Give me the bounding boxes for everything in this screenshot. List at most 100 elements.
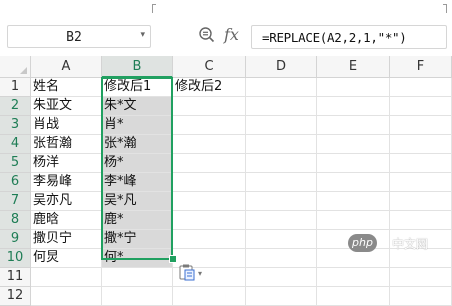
- row-header-11[interactable]: 11: [0, 268, 31, 287]
- watermark-text: 中文网: [392, 237, 429, 251]
- cell-d10[interactable]: [246, 249, 317, 268]
- cell-a7[interactable]: 吴亦凡: [31, 192, 102, 211]
- paste-options-button[interactable]: ▾: [178, 264, 208, 282]
- cell-d8[interactable]: [246, 211, 317, 230]
- cell-c1[interactable]: 修改后2: [173, 78, 246, 97]
- cell-e12[interactable]: [317, 287, 390, 306]
- cell-c4[interactable]: [173, 135, 246, 154]
- cell-a2[interactable]: 朱亚文: [31, 97, 102, 116]
- watermark: php 中文网: [348, 234, 448, 254]
- cell-d1[interactable]: [246, 78, 317, 97]
- cell-e3[interactable]: [317, 116, 390, 135]
- cell-c6[interactable]: [173, 173, 246, 192]
- cell-b6[interactable]: 李*峰: [102, 173, 173, 192]
- cell-a9[interactable]: 撒贝宁: [31, 230, 102, 249]
- cell-f7[interactable]: [390, 192, 452, 211]
- spreadsheet-grid: A B C D E F 1 姓名 修改后1 修改后2 2 朱亚文 朱*文 3 肖战 肖* 4 张哲瀚张…: [0, 56, 452, 306]
- cell-b9[interactable]: 撒*宁: [102, 230, 173, 249]
- cell-f1[interactable]: [390, 78, 452, 97]
- cell-c2[interactable]: [173, 97, 246, 116]
- cell-f4[interactable]: [390, 135, 452, 154]
- cell-b7[interactable]: 吴*凡: [102, 192, 173, 211]
- cell-c8[interactable]: [173, 211, 246, 230]
- cell-e7[interactable]: [317, 192, 390, 211]
- cell-b1[interactable]: 修改后1: [102, 78, 173, 97]
- row-header-8[interactable]: 8: [0, 211, 31, 230]
- cell-e6[interactable]: [317, 173, 390, 192]
- column-header-e[interactable]: E: [317, 56, 390, 78]
- cell-d4[interactable]: [246, 135, 317, 154]
- cell-a5[interactable]: 杨洋: [31, 154, 102, 173]
- cell-a4[interactable]: 张哲瀚: [31, 135, 102, 154]
- cell-e5[interactable]: [317, 154, 390, 173]
- cell-f11[interactable]: [390, 268, 452, 287]
- select-all-triangle-icon: [20, 67, 27, 74]
- cell-b4[interactable]: 张*瀚: [102, 135, 173, 154]
- toolbar-corner-mark: [152, 4, 156, 13]
- cell-f6[interactable]: [390, 173, 452, 192]
- cell-a3[interactable]: 肖战: [31, 116, 102, 135]
- cell-e2[interactable]: [317, 97, 390, 116]
- column-header-a[interactable]: A: [31, 56, 102, 78]
- top-toolbar-strip: [0, 0, 452, 20]
- cell-d11[interactable]: [246, 268, 317, 287]
- row-header-5[interactable]: 5: [0, 154, 31, 173]
- cell-b2[interactable]: 朱*文: [102, 97, 173, 116]
- column-header-c[interactable]: C: [173, 56, 246, 78]
- cell-b10[interactable]: 何*: [102, 249, 173, 268]
- name-box[interactable]: B2 ▾: [7, 25, 151, 48]
- cell-b12[interactable]: [102, 287, 173, 306]
- cell-d2[interactable]: [246, 97, 317, 116]
- cell-a1[interactable]: 姓名: [31, 78, 102, 97]
- column-header-d[interactable]: D: [246, 56, 317, 78]
- fill-handle[interactable]: [169, 255, 177, 263]
- zoom-search-icon[interactable]: [198, 26, 216, 44]
- cell-e11[interactable]: [317, 268, 390, 287]
- cell-a6[interactable]: 李易峰: [31, 173, 102, 192]
- row-header-7[interactable]: 7: [0, 192, 31, 211]
- row-header-6[interactable]: 6: [0, 173, 31, 192]
- cell-e4[interactable]: [317, 135, 390, 154]
- cell-c3[interactable]: [173, 116, 246, 135]
- cell-d3[interactable]: [246, 116, 317, 135]
- row-header-12[interactable]: 12: [0, 287, 31, 306]
- column-header-f[interactable]: F: [390, 56, 452, 78]
- row-header-9[interactable]: 9: [0, 230, 31, 249]
- cell-b5[interactable]: 杨*: [102, 154, 173, 173]
- chevron-down-icon[interactable]: ▾: [140, 30, 145, 40]
- cell-c5[interactable]: [173, 154, 246, 173]
- cell-f5[interactable]: [390, 154, 452, 173]
- column-header-b[interactable]: B: [102, 56, 173, 78]
- cell-f2[interactable]: [390, 97, 452, 116]
- cell-e8[interactable]: [317, 211, 390, 230]
- row-header-2[interactable]: 2: [0, 97, 31, 116]
- cell-a12[interactable]: [31, 287, 102, 306]
- cell-a8[interactable]: 鹿晗: [31, 211, 102, 230]
- cell-d6[interactable]: [246, 173, 317, 192]
- row-header-1[interactable]: 1: [0, 78, 31, 97]
- cell-f3[interactable]: [390, 116, 452, 135]
- cell-e1[interactable]: [317, 78, 390, 97]
- row-header-10[interactable]: 10: [0, 249, 31, 268]
- cell-f8[interactable]: [390, 211, 452, 230]
- cell-d5[interactable]: [246, 154, 317, 173]
- formula-input[interactable]: =REPLACE(A2,2,1,"*"): [251, 25, 447, 49]
- watermark-logo: php: [348, 234, 377, 252]
- cell-d12[interactable]: [246, 287, 317, 306]
- cell-a11[interactable]: [31, 268, 102, 287]
- cell-d9[interactable]: [246, 230, 317, 249]
- cell-b8[interactable]: 鹿*: [102, 211, 173, 230]
- cell-b3[interactable]: 肖*: [102, 116, 173, 135]
- select-all-corner[interactable]: [0, 56, 31, 78]
- cell-c7[interactable]: [173, 192, 246, 211]
- cell-a10[interactable]: 何炅: [31, 249, 102, 268]
- cell-c9[interactable]: [173, 230, 246, 249]
- cell-b11[interactable]: [102, 268, 173, 287]
- row-header-3[interactable]: 3: [0, 116, 31, 135]
- cell-f12[interactable]: [390, 287, 452, 306]
- cell-c12[interactable]: [173, 287, 246, 306]
- row-header-4[interactable]: 4: [0, 135, 31, 154]
- function-fx-icon[interactable]: fx: [224, 25, 239, 44]
- chevron-down-icon: ▾: [198, 269, 202, 278]
- cell-d7[interactable]: [246, 192, 317, 211]
